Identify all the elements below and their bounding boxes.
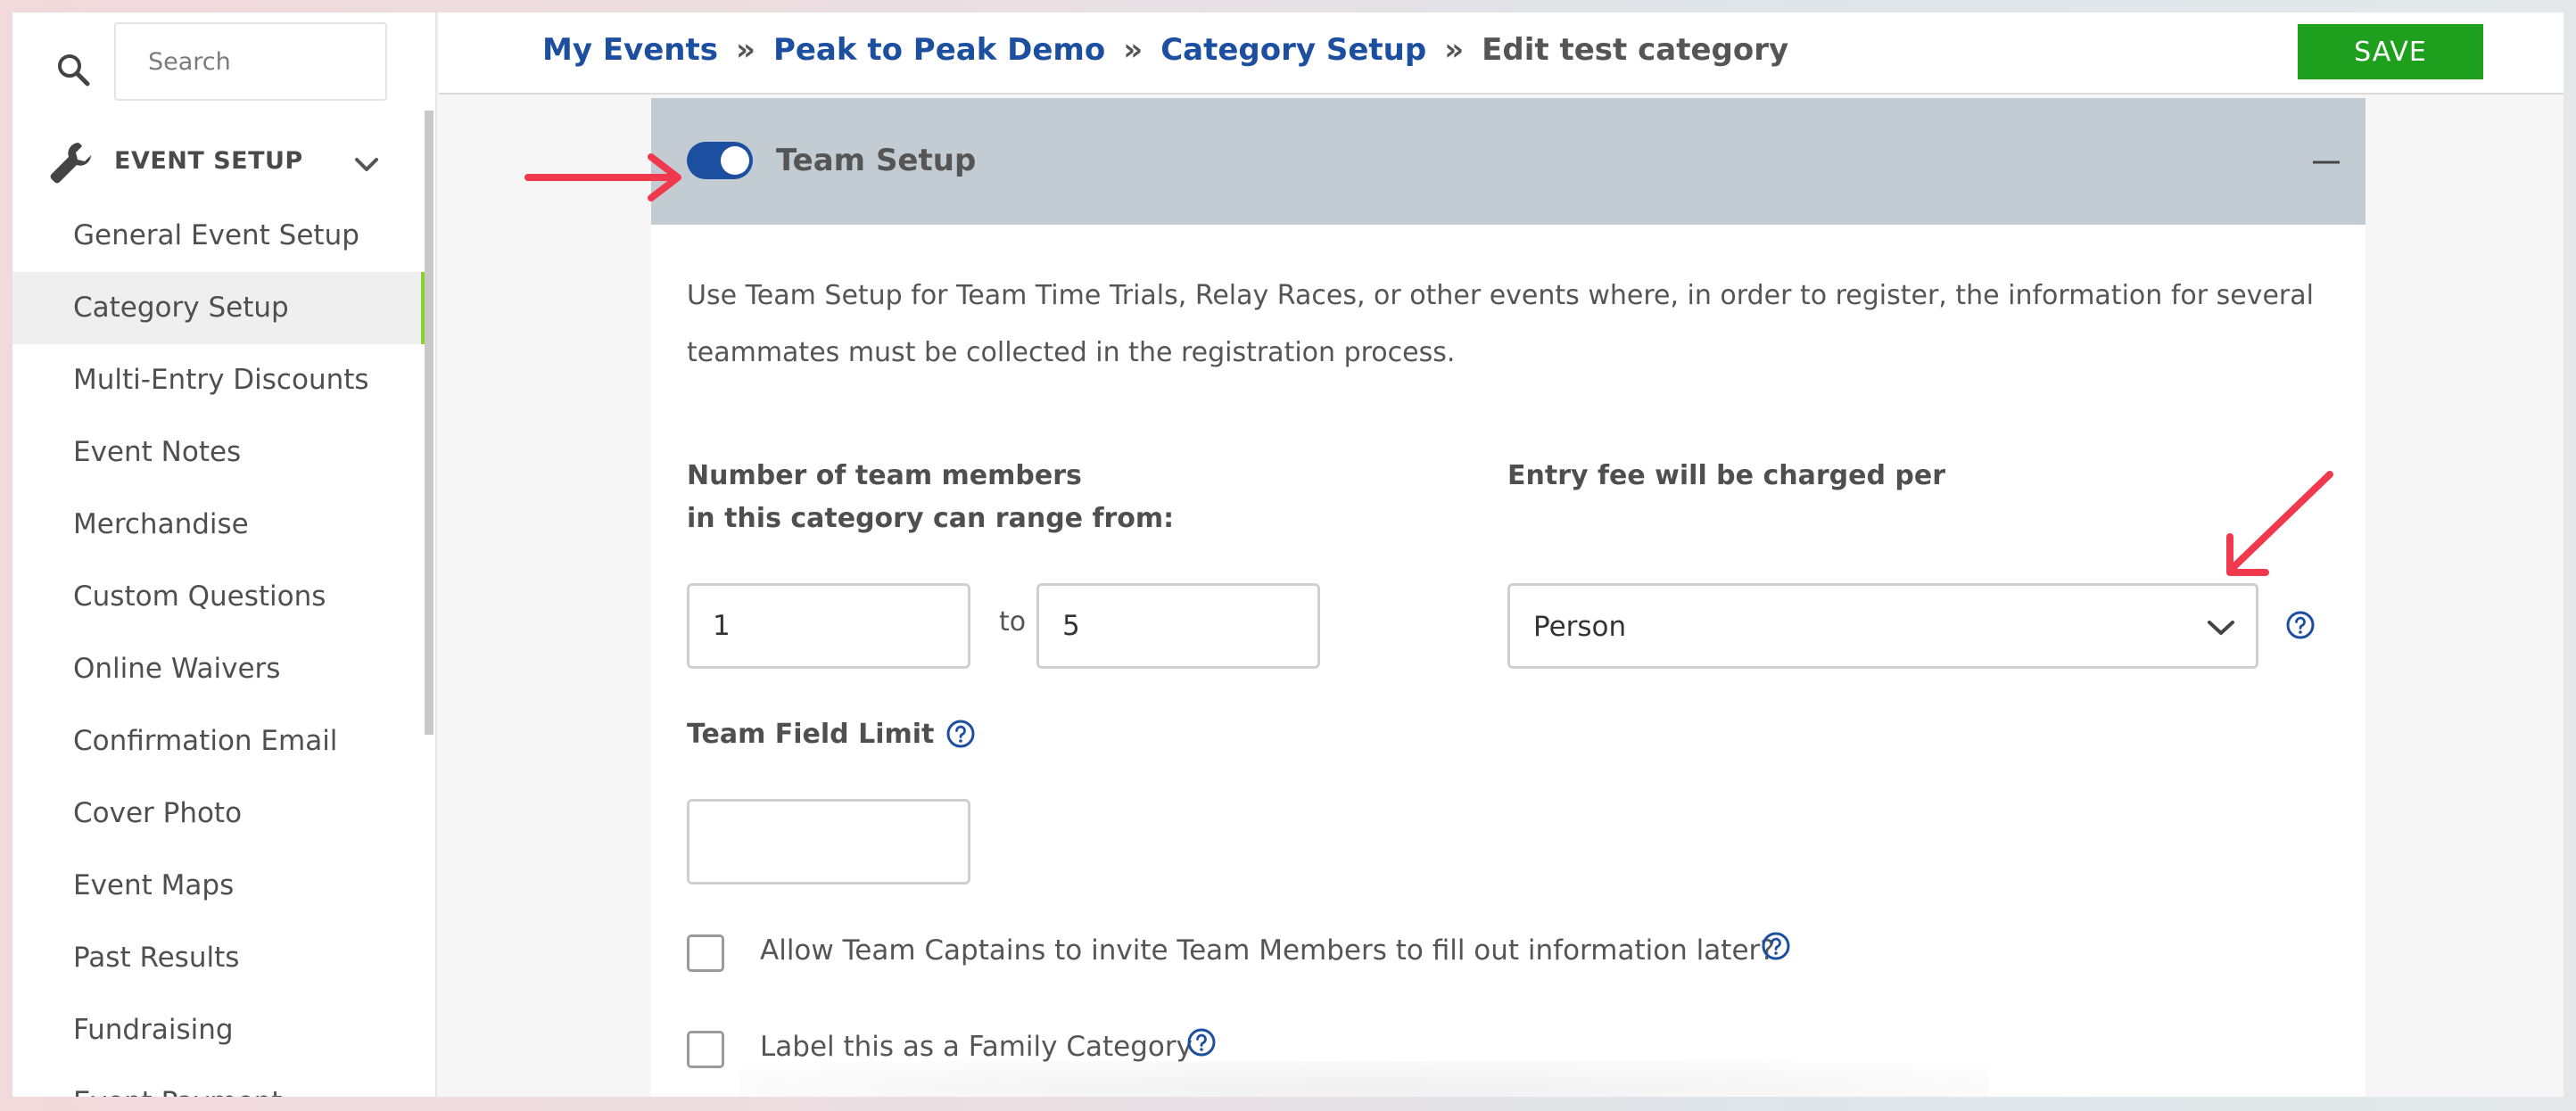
annotation-arrow-down-left-icon: [2226, 471, 2333, 576]
fee-help-icon[interactable]: [2285, 610, 2316, 640]
scroll-shadow: [740, 1061, 1989, 1097]
breadcrumb-event[interactable]: Peak to Peak Demo: [773, 32, 1105, 68]
event-setup-section-header[interactable]: EVENT SETUP: [12, 125, 423, 200]
sidebar-nav: General Event Setup Category Setup Multi…: [12, 200, 426, 1097]
sidebar-item-multi-entry-discounts[interactable]: Multi-Entry Discounts: [12, 344, 426, 416]
invite-help-icon[interactable]: [1761, 931, 1791, 961]
invite-members-checkbox[interactable]: [687, 934, 724, 972]
fee-per-select[interactable]: Person: [1507, 583, 2258, 669]
app-window: EVENT SETUP General Event Setup Category…: [12, 12, 2564, 1097]
fee-select-value: Person: [1533, 611, 1627, 643]
range-label-line1: Number of team members: [687, 460, 1082, 491]
breadcrumb-category-setup[interactable]: Category Setup: [1160, 32, 1426, 68]
sidebar-item-confirmation-email[interactable]: Confirmation Email: [12, 705, 426, 778]
chevron-down-icon: [2208, 621, 2234, 635]
panel-title: Team Setup: [776, 143, 977, 178]
section-title: EVENT SETUP: [114, 147, 303, 175]
sidebar-item-event-payment[interactable]: Event Payment: [12, 1066, 426, 1097]
family-help-icon[interactable]: [1186, 1027, 1217, 1058]
team-max-input[interactable]: [1036, 583, 1320, 669]
sidebar-item-merchandise[interactable]: Merchandise: [12, 489, 426, 561]
field-limit-help-icon[interactable]: [945, 719, 976, 749]
breadcrumb-separator: »: [1123, 32, 1144, 68]
search-input[interactable]: [114, 22, 387, 101]
top-bar: My Events » Peak to Peak Demo » Category Set…: [439, 12, 2564, 95]
sidebar-item-event-maps[interactable]: Event Maps: [12, 850, 426, 922]
team-field-limit-label: Team Field Limit: [687, 719, 935, 750]
team-min-input[interactable]: [687, 583, 970, 669]
search-icon[interactable]: [48, 45, 102, 98]
annotation-arrow-right-icon: [524, 153, 681, 202]
invite-members-label: Allow Team Captains to invite Team Membe…: [760, 934, 1775, 967]
breadcrumb-separator: »: [735, 32, 755, 68]
family-category-label: Label this as a Family Category: [760, 1031, 1193, 1063]
range-label-line2: in this category can range from:: [687, 503, 1175, 534]
save-button[interactable]: SAVE: [2298, 24, 2483, 79]
team-setup-panel: Team Setup Use Team Setup for Team Time …: [651, 98, 2365, 1097]
sidebar-scrollbar[interactable]: [425, 111, 433, 735]
minus-icon[interactable]: [2310, 152, 2342, 173]
sidebar-item-category-setup[interactable]: Category Setup: [12, 272, 426, 344]
breadcrumb-current: Edit test category: [1482, 32, 1789, 68]
wrench-icon: [50, 143, 91, 184]
fee-label: Entry fee will be charged per: [1507, 460, 1945, 491]
sidebar-item-general-event-setup[interactable]: General Event Setup: [12, 200, 426, 272]
range-to-label: to: [999, 606, 1027, 638]
sidebar-item-event-notes[interactable]: Event Notes: [12, 416, 426, 489]
family-category-checkbox[interactable]: [687, 1031, 724, 1068]
chevron-down-icon[interactable]: [351, 150, 382, 180]
sidebar-item-fundraising[interactable]: Fundraising: [12, 994, 426, 1066]
sidebar-item-online-waivers[interactable]: Online Waivers: [12, 633, 426, 705]
sidebar-item-cover-photo[interactable]: Cover Photo: [12, 778, 426, 850]
breadcrumb-my-events[interactable]: My Events: [542, 32, 718, 68]
sidebar-item-custom-questions[interactable]: Custom Questions: [12, 561, 426, 633]
sidebar-item-past-results[interactable]: Past Results: [12, 922, 426, 994]
toggle-knob: [721, 146, 749, 175]
breadcrumb: My Events » Peak to Peak Demo » Category Set…: [542, 32, 1788, 68]
team-setup-description: Use Team Setup for Team Time Trials, Rel…: [687, 280, 2314, 368]
breadcrumb-separator: »: [1444, 32, 1465, 68]
team-setup-header: Team Setup: [651, 98, 2365, 225]
team-field-limit-input[interactable]: [687, 799, 970, 885]
sidebar: EVENT SETUP General Event Setup Category…: [12, 12, 437, 1097]
